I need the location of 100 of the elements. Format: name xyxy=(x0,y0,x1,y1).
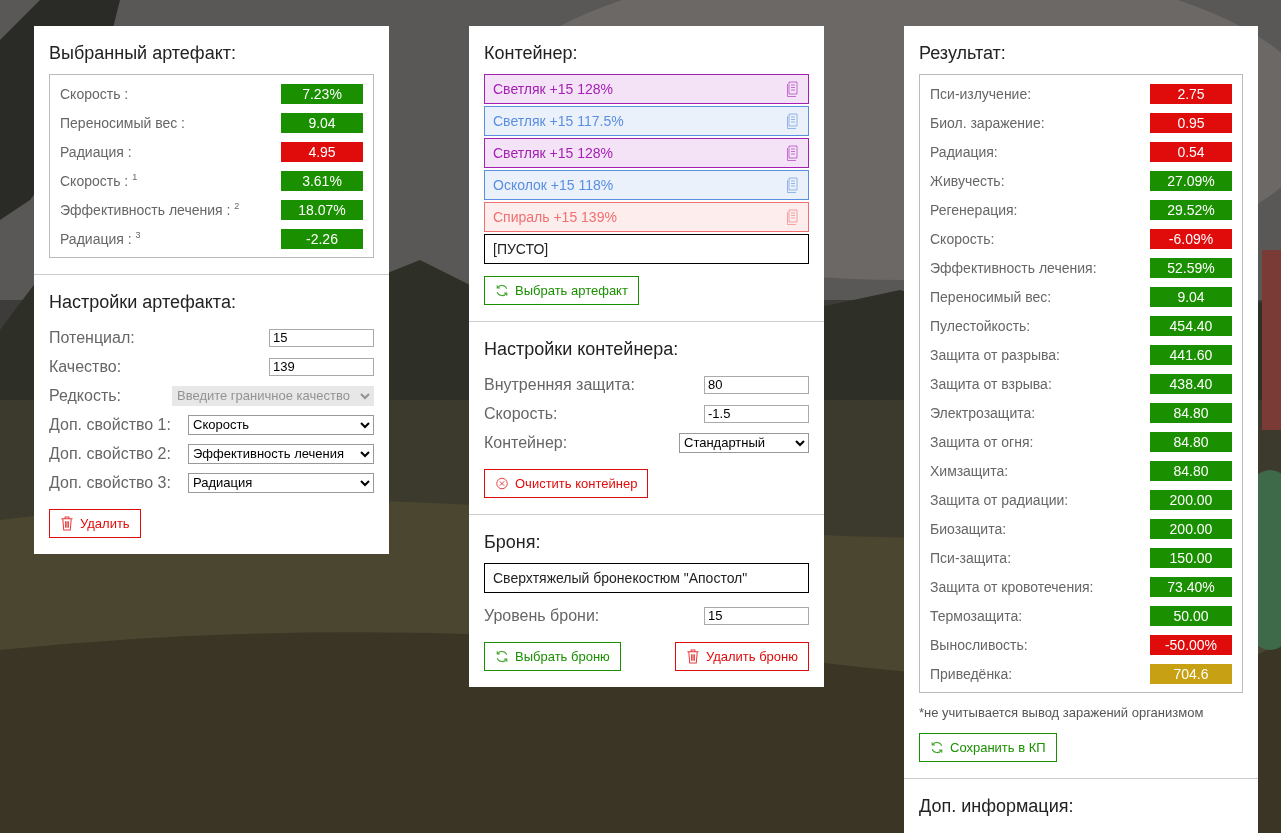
stat-value: 454.40 xyxy=(1150,315,1232,336)
stat-label: Переносимый вес : xyxy=(60,114,185,131)
stat-value: 7.23% xyxy=(281,83,363,104)
field-label: Доп. свойство 3: xyxy=(49,473,171,492)
stat-label: Пулестойкость: xyxy=(930,317,1031,334)
section-title: Выбранный артефакт: xyxy=(49,42,237,64)
stat-value: 9.04 xyxy=(1150,286,1232,307)
stat-label: Живучесть: xyxy=(930,172,1005,189)
clear-button[interactable]: Очистить контейнер xyxy=(484,469,649,498)
stat-value: 84.80 xyxy=(1150,402,1232,423)
document-icon xyxy=(786,177,800,193)
trash-icon xyxy=(685,649,700,664)
field-label: Контейнер: xyxy=(484,433,568,452)
trash-icon xyxy=(60,516,74,531)
field-label: Редкость: xyxy=(49,386,122,405)
field-label: Скорость: xyxy=(484,404,558,423)
input-field[interactable]: 15 xyxy=(269,328,374,347)
select-artifact-button[interactable]: Выбрать артефакт xyxy=(484,276,639,305)
section-title: Настройки контейнера: xyxy=(484,338,680,360)
close-icon xyxy=(495,476,509,491)
artifact-slot[interactable]: Спираль +15 139% xyxy=(484,202,809,232)
stat-label: Защита от радиации: xyxy=(930,491,1069,508)
stat-label: Выносливость: xyxy=(930,636,1028,653)
stat-label: Приведёнка: xyxy=(930,665,1013,682)
input-field[interactable]: 139 xyxy=(269,357,374,376)
stat-value: 27.09% xyxy=(1150,170,1232,191)
section-title: Доп. информация: xyxy=(919,795,1075,817)
artifact-slot[interactable]: Светляк +15 128% xyxy=(484,74,809,104)
stat-value: 4.95 xyxy=(281,141,363,162)
field-label: Уровень брони: xyxy=(484,606,600,625)
stat-label: Радиация : xyxy=(60,143,132,160)
stat-label: Радиация : $^{3}$ xyxy=(60,230,141,247)
select-field[interactable]: Радиация xyxy=(188,472,374,493)
stat-label: Биозащита: xyxy=(930,520,1007,537)
stat-label: Переносимый вес: xyxy=(930,288,1052,305)
stat-value: -6.09% xyxy=(1150,228,1232,249)
input-field[interactable]: 80 xyxy=(704,375,809,394)
stat-value: 9.04 xyxy=(281,112,363,133)
stat-value: 150.00 xyxy=(1150,547,1232,568)
stat-label: Эффективность лечения : $^{2}$ xyxy=(60,201,240,218)
document-icon xyxy=(786,209,800,225)
select-field[interactable]: Стандартный xyxy=(679,432,809,453)
stat-label: Защита от разрыва: xyxy=(930,346,1060,363)
document-icon xyxy=(786,113,800,129)
stat-value: 50.00 xyxy=(1150,605,1232,626)
stat-label: Химзащита: xyxy=(930,462,1009,479)
stat-label: Скорость : xyxy=(60,85,129,102)
artifact-slot[interactable]: Осколок +15 118% xyxy=(484,170,809,200)
field-label: Внутренняя защита: xyxy=(484,375,635,394)
stat-label: Скорость : $^{1}$ xyxy=(60,172,138,189)
stat-value: 0.54 xyxy=(1150,141,1232,162)
stat-value: 2.75 xyxy=(1150,83,1232,104)
stat-value: 84.80 xyxy=(1150,431,1232,452)
stat-value: 52.59% xyxy=(1150,257,1232,278)
stat-label: Регенерация: xyxy=(930,201,1018,218)
stat-label: Защита от взрыва: xyxy=(930,375,1052,392)
stat-value: 200.00 xyxy=(1150,518,1232,539)
stat-value: 29.52% xyxy=(1150,199,1232,220)
section-title: Броня: xyxy=(484,531,542,553)
refresh-icon xyxy=(495,649,509,664)
input-field[interactable]: 15 xyxy=(704,606,809,625)
stat-label: Пси-защита: xyxy=(930,549,1012,566)
select-button[interactable]: Выбрать броню xyxy=(484,642,621,671)
stat-value: 0.95 xyxy=(1150,112,1232,133)
stat-label: Термозащита: xyxy=(930,607,1023,624)
stat-value: 441.60 xyxy=(1150,344,1232,365)
stat-value: 438.40 xyxy=(1150,373,1232,394)
stat-value: -2.26 xyxy=(281,228,363,249)
stat-label: Электрозащита: xyxy=(930,404,1036,421)
artifact-slot[interactable]: Светляк +15 117.5% xyxy=(484,106,809,136)
section-title: Настройки артефакта: xyxy=(49,291,237,313)
select-field[interactable]: Эффективность лечения xyxy=(188,443,374,464)
stat-value: -50.00% xyxy=(1150,634,1232,655)
footnote: *не учитывается вывод заражений организмом xyxy=(919,705,1205,721)
document-icon xyxy=(786,81,800,97)
field-label: Качество: xyxy=(49,357,122,376)
refresh-icon xyxy=(495,283,509,298)
stat-value: 200.00 xyxy=(1150,489,1232,510)
field-label: Потенциал: xyxy=(49,328,135,347)
field-label: Доп. свойство 1: xyxy=(49,415,171,434)
refresh-icon xyxy=(930,740,944,755)
stat-label: Эффективность лечения: xyxy=(930,259,1097,276)
field-label: Доп. свойство 2: xyxy=(49,444,171,463)
artifact-slot[interactable]: Светляк +15 128% xyxy=(484,138,809,168)
stat-value: 3.61% xyxy=(281,170,363,191)
stat-label: Биол. заражение: xyxy=(930,114,1045,131)
stat-value: 18.07% xyxy=(281,199,363,220)
stat-label: Радиация: xyxy=(930,143,998,160)
input-field[interactable]: -1.5 xyxy=(704,404,809,423)
stat-label: Защита от кровотечения: xyxy=(930,578,1094,595)
armor-slot[interactable]: Сверхтяжелый бронекостюм "Апостол" xyxy=(484,563,809,593)
stat-label: Защита от огня: xyxy=(930,433,1034,450)
empty-slot[interactable]: [ПУСТО] xyxy=(484,234,809,264)
select-field[interactable]: Скорость xyxy=(188,414,374,435)
save-button[interactable]: Сохранить в КП xyxy=(919,733,1057,762)
stat-label: Скорость: xyxy=(930,230,995,247)
stat-label: Пси-излучение: xyxy=(930,85,1032,102)
delete-button[interactable]: Удалить броню xyxy=(674,642,809,671)
delete-button[interactable]: Удалить xyxy=(49,509,141,538)
section-title: Результат: xyxy=(919,42,1007,64)
